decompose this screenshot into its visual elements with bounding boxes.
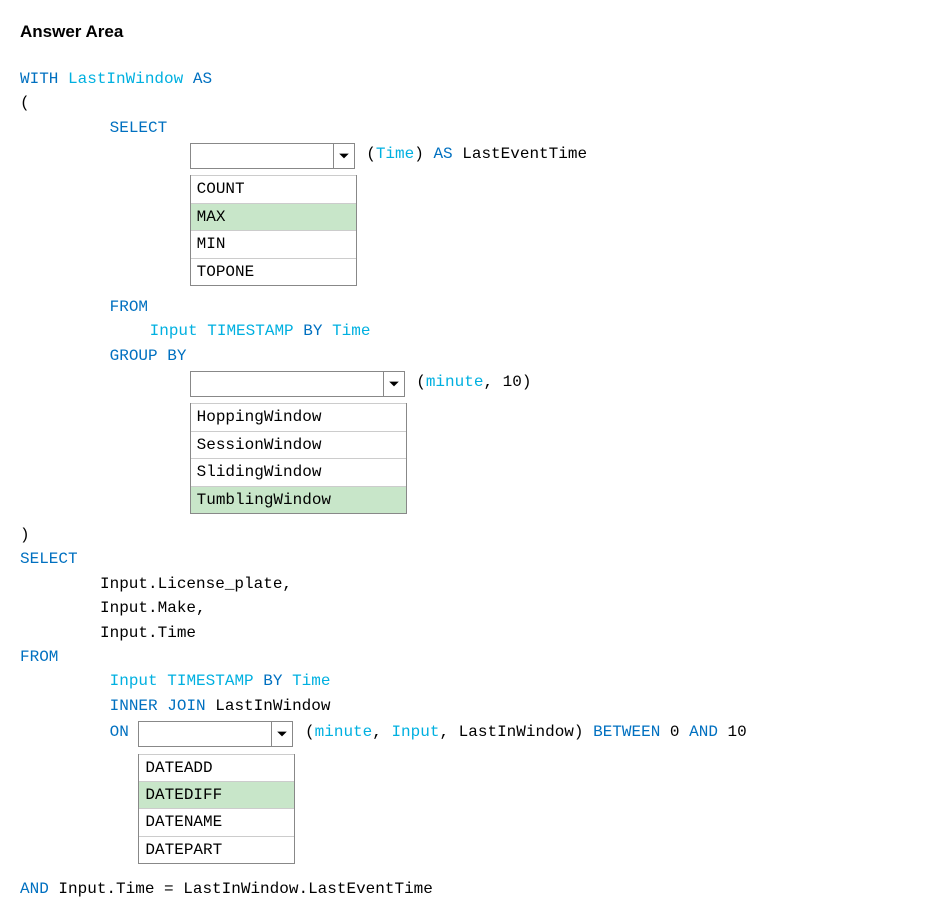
text: Time bbox=[332, 322, 370, 340]
dropdown-option[interactable]: DATENAME bbox=[139, 808, 294, 835]
text: AND bbox=[689, 723, 718, 741]
code-line: GROUP BY bbox=[20, 345, 912, 367]
dropdown-2-value bbox=[191, 372, 383, 396]
dropdown-option[interactable]: DATEDIFF bbox=[139, 781, 294, 808]
code-line: Input.Make, bbox=[20, 597, 912, 619]
cte-name: LastInWindow bbox=[68, 70, 183, 88]
dropdown-1-options: COUNT MAX MIN TOPONE bbox=[190, 175, 357, 286]
code-line: AND Input.Time = LastInWindow.LastEventT… bbox=[20, 878, 912, 900]
code-line: Input TIMESTAMP BY Time bbox=[20, 320, 912, 342]
code-line: Input TIMESTAMP BY Time bbox=[20, 670, 912, 692]
kw-as: AS bbox=[193, 70, 212, 88]
dropdown-2[interactable]: HoppingWindow SessionWindow SlidingWindo… bbox=[190, 371, 407, 514]
code-line: SELECT bbox=[20, 548, 912, 570]
text: ( bbox=[305, 723, 315, 741]
kw-groupby: GROUP BY bbox=[110, 347, 187, 365]
code-line: Input.License_plate, bbox=[20, 573, 912, 595]
text: BY bbox=[263, 672, 282, 690]
dropdown-3-options: DATEADD DATEDIFF DATENAME DATEPART bbox=[138, 754, 295, 865]
text: Time bbox=[376, 145, 414, 163]
code-line: INNER JOIN LastInWindow bbox=[20, 695, 912, 717]
text: minute bbox=[315, 723, 373, 741]
text: , bbox=[372, 723, 391, 741]
chevron-down-icon bbox=[333, 144, 354, 168]
text: 10 bbox=[718, 723, 747, 741]
dropdown-option[interactable]: COUNT bbox=[191, 175, 356, 202]
code-line: FROM bbox=[20, 296, 912, 318]
text: minute bbox=[426, 373, 484, 391]
code-line: SELECT bbox=[20, 117, 912, 139]
kw-from: FROM bbox=[110, 298, 148, 316]
kw-on: ON bbox=[110, 721, 129, 743]
code-line: Input.Time bbox=[20, 622, 912, 644]
text: LastInWindow bbox=[215, 697, 330, 715]
dropdown-2-options: HoppingWindow SessionWindow SlidingWindo… bbox=[190, 403, 407, 514]
dropdown-option[interactable]: HoppingWindow bbox=[191, 403, 406, 430]
code-line: ( bbox=[20, 92, 912, 114]
dropdown-option[interactable]: DATEADD bbox=[139, 754, 294, 781]
text: , 10) bbox=[483, 373, 531, 391]
text: , LastInWindow) bbox=[439, 723, 593, 741]
text: Input.Make, bbox=[100, 599, 206, 617]
code-line: ) bbox=[20, 524, 912, 546]
dropdown-option[interactable]: DATEPART bbox=[139, 836, 294, 863]
text: ( bbox=[416, 373, 426, 391]
text: TIMESTAMP bbox=[167, 672, 253, 690]
kw-with: WITH bbox=[20, 70, 58, 88]
kw-select: SELECT bbox=[110, 119, 168, 137]
kw-select: SELECT bbox=[20, 550, 78, 568]
code-line: ON DATEADD DATEDIFF DATENAME DATEPART (m… bbox=[20, 721, 912, 864]
text: JOIN bbox=[167, 697, 205, 715]
text: Time bbox=[292, 672, 330, 690]
dropdown-option[interactable]: TumblingWindow bbox=[191, 486, 406, 513]
text: ) bbox=[414, 145, 433, 163]
text: Input.Time = LastInWindow.LastEventTime bbox=[58, 880, 432, 898]
text: LastEventTime bbox=[453, 145, 587, 163]
text: BY bbox=[303, 322, 322, 340]
kw-as: AS bbox=[433, 145, 452, 163]
page-title: Answer Area bbox=[20, 20, 912, 44]
text: INNER bbox=[110, 697, 158, 715]
dropdown-3-value bbox=[139, 722, 271, 746]
code-line: WITH LastInWindow AS bbox=[20, 68, 912, 90]
dropdown-3[interactable]: DATEADD DATEDIFF DATENAME DATEPART bbox=[138, 721, 295, 864]
code-line: FROM bbox=[20, 646, 912, 668]
dropdown-option[interactable]: MAX bbox=[191, 203, 356, 230]
text: Input.Time bbox=[100, 624, 196, 642]
text: Input bbox=[391, 723, 439, 741]
text: 0 bbox=[660, 723, 689, 741]
code-line: HoppingWindow SessionWindow SlidingWindo… bbox=[20, 371, 912, 514]
text: Input bbox=[110, 672, 158, 690]
kw-and: AND bbox=[20, 880, 49, 898]
text: Input.License_plate, bbox=[100, 575, 292, 593]
dropdown-1[interactable]: COUNT MAX MIN TOPONE bbox=[190, 143, 357, 286]
kw-from: FROM bbox=[20, 648, 58, 666]
dropdown-option[interactable]: SlidingWindow bbox=[191, 458, 406, 485]
code-line: COUNT MAX MIN TOPONE (Time) AS LastEvent… bbox=[20, 143, 912, 286]
chevron-down-icon bbox=[383, 372, 404, 396]
text: ( bbox=[366, 145, 376, 163]
dropdown-option[interactable]: TOPONE bbox=[191, 258, 356, 285]
text: Input bbox=[150, 322, 198, 340]
text: TIMESTAMP bbox=[207, 322, 293, 340]
dropdown-option[interactable]: MIN bbox=[191, 230, 356, 257]
chevron-down-icon bbox=[271, 722, 292, 746]
dropdown-option[interactable]: SessionWindow bbox=[191, 431, 406, 458]
dropdown-1-value bbox=[191, 144, 333, 168]
text: BETWEEN bbox=[593, 723, 660, 741]
